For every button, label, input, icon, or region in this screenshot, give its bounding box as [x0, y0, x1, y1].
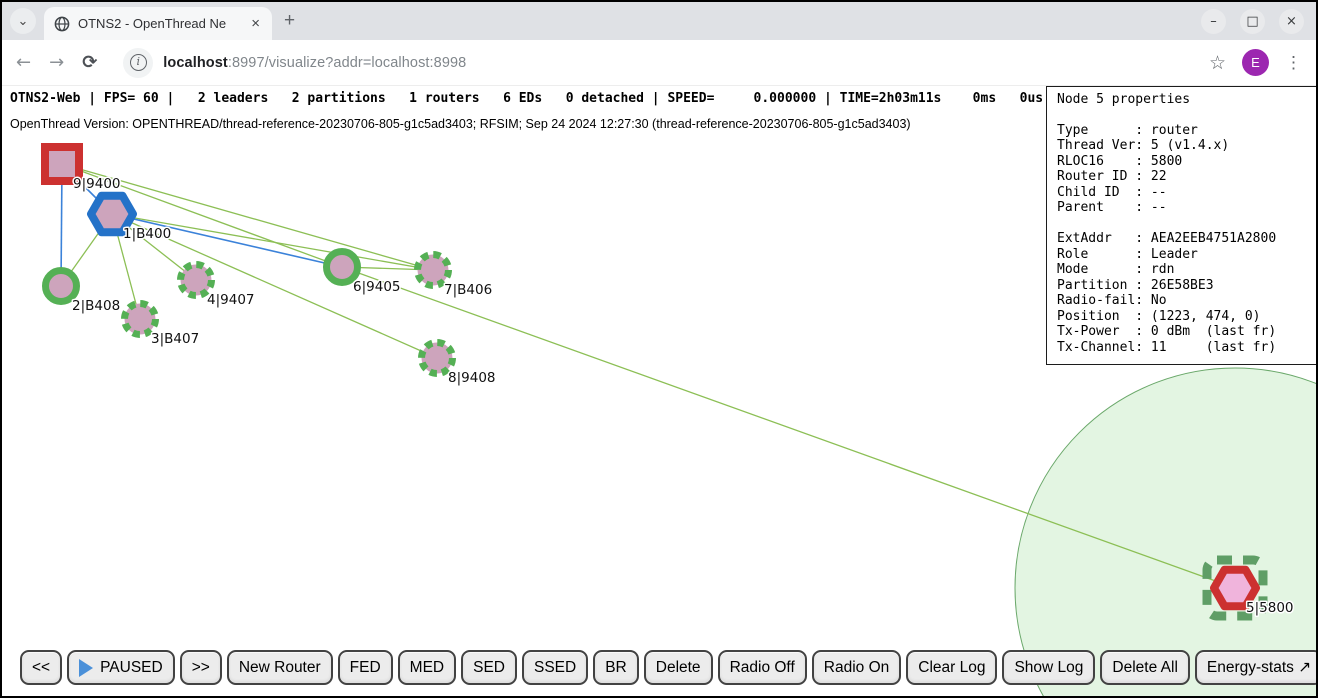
openthread-version-line: OpenThread Version: OPENTHREAD/thread-re… [10, 117, 911, 131]
tab-title: OTNS2 - OpenThread Ne [78, 16, 241, 31]
otns-visualizer-page: OTNS2-Web | FPS= 60 | 2 leaders 2 partit… [2, 86, 1316, 696]
toolbar-button-label: PAUSED [100, 659, 163, 677]
chevron-down-icon: ⌄ [18, 13, 29, 29]
node-label-1: 1|B400 [123, 226, 171, 242]
node-properties-body: Type : router Thread Ver: 5 (v1.4.x) RLO… [1057, 123, 1316, 356]
window-controls: – □ × [1201, 9, 1304, 34]
toolbar-button-new-router[interactable]: New Router [227, 650, 333, 685]
network-node-7[interactable] [418, 255, 449, 286]
address-bar-right: ☆ E ⋮ [1209, 49, 1302, 76]
toolbar-button-radio-off[interactable]: Radio Off [718, 650, 807, 685]
toolbar-button-br[interactable]: BR [593, 650, 639, 685]
toolbar-button-label: Clear Log [918, 659, 985, 677]
back-icon[interactable]: ← [16, 52, 31, 73]
node-properties-title: Node 5 properties [1057, 92, 1316, 108]
address-bar: ← → ⟳ i localhost:8997/visualize?addr=lo… [2, 40, 1316, 86]
toolbar-button-label: Delete All [1112, 659, 1177, 677]
radio-range-circle [1015, 368, 1316, 696]
node-shape-circle [46, 271, 77, 302]
toolbar-button-label: MED [410, 659, 444, 677]
toolbar-button-med[interactable]: MED [398, 650, 456, 685]
node-shape-circle [327, 252, 358, 283]
url-field[interactable]: i localhost:8997/visualize?addr=localhos… [115, 48, 1191, 78]
toolbar-button-show-log[interactable]: Show Log [1002, 650, 1095, 685]
toolbar-button-label: Radio On [824, 659, 889, 677]
browser-window: ⌄ OTNS2 - OpenThread Ne × + – □ × ← → ⟳ [0, 0, 1318, 698]
simulation-status-bar: OTNS2-Web | FPS= 60 | 2 leaders 2 partit… [10, 91, 1043, 106]
toolbar-button-pause[interactable]: PAUSED [67, 650, 175, 685]
toolbar-button-label: Radio Off [730, 659, 795, 677]
toolbar-button-label: SED [473, 659, 505, 677]
node-label-4: 4|9407 [207, 292, 255, 308]
close-button[interactable]: × [1279, 9, 1304, 34]
node-shape-circle [125, 304, 156, 335]
node-label-2: 2|B408 [72, 298, 120, 314]
url-rest: :8997/visualize?addr=localhost:8998 [228, 55, 467, 71]
node-properties-panel: Node 5 properties Type : router Thread V… [1046, 86, 1316, 365]
node-label-8: 8|9408 [448, 370, 496, 386]
toolbar-button-label: Energy-stats ↗ [1207, 658, 1311, 677]
reload-icon[interactable]: ⟳ [82, 52, 97, 73]
network-node-3[interactable] [125, 304, 156, 335]
tab-search-button[interactable]: ⌄ [10, 8, 36, 34]
node-label-5: 5|5800 [1246, 600, 1294, 616]
toolbar-button-clear-log[interactable]: Clear Log [906, 650, 997, 685]
url-text[interactable]: localhost:8997/visualize?addr=localhost:… [163, 55, 466, 71]
toolbar-button-speed-down[interactable]: << [20, 650, 62, 685]
bookmark-star-icon[interactable]: ☆ [1209, 52, 1226, 74]
toolbar-button-label: >> [192, 659, 210, 677]
toolbar-button-energy-stats[interactable]: Energy-stats ↗ [1195, 650, 1316, 685]
node-label-6: 6|9405 [353, 279, 401, 295]
url-host: localhost [163, 55, 228, 71]
network-node-4[interactable] [181, 265, 212, 296]
toolbar-button-label: << [32, 659, 50, 677]
node-shape-circle [181, 265, 212, 296]
info-icon: i [130, 54, 147, 71]
maximize-button[interactable]: □ [1240, 9, 1265, 34]
node-label-9: 9|9400 [73, 176, 121, 192]
toolbar-button-ssed[interactable]: SSED [522, 650, 588, 685]
profile-avatar[interactable]: E [1242, 49, 1269, 76]
toolbar-button-delete-all[interactable]: Delete All [1100, 650, 1189, 685]
network-edge-1-7 [112, 214, 433, 270]
toolbar-button-label: FED [350, 659, 381, 677]
site-info-button[interactable]: i [123, 48, 153, 78]
toolbar-button-label: Show Log [1014, 659, 1083, 677]
toolbar-button-radio-on[interactable]: Radio On [812, 650, 901, 685]
toolbar-button-speed-up[interactable]: >> [180, 650, 222, 685]
toolbar-button-label: Delete [656, 659, 701, 677]
network-node-6[interactable] [327, 252, 358, 283]
toolbar-button-delete[interactable]: Delete [644, 650, 713, 685]
simulation-toolbar: << PAUSED >> New Router FED MED SED SSED BR Delet… [20, 650, 1316, 685]
tab-strip: ⌄ OTNS2 - OpenThread Ne × + – □ × [2, 2, 1316, 40]
toolbar-button-fed[interactable]: FED [338, 650, 393, 685]
forward-icon[interactable]: → [49, 52, 64, 73]
new-tab-button[interactable]: + [284, 10, 295, 32]
tab-favicon-globe-icon [54, 16, 70, 32]
node-shape-circle [418, 255, 449, 286]
play-icon [79, 659, 93, 677]
network-node-2[interactable] [46, 271, 77, 302]
node-label-7: 7|B406 [444, 282, 492, 298]
toolbar-button-label: BR [605, 659, 627, 677]
minimize-button[interactable]: – [1201, 9, 1226, 34]
node-shape-circle [422, 343, 453, 374]
network-node-8[interactable] [422, 343, 453, 374]
tab-close-icon[interactable]: × [249, 15, 262, 32]
toolbar-button-label: SSED [534, 659, 576, 677]
node-label-3: 3|B407 [151, 331, 199, 347]
toolbar-button-label: New Router [239, 659, 321, 677]
toolbar-button-sed[interactable]: SED [461, 650, 517, 685]
tab-otns2[interactable]: OTNS2 - OpenThread Ne × [44, 7, 272, 40]
browser-menu-icon[interactable]: ⋮ [1285, 53, 1302, 73]
